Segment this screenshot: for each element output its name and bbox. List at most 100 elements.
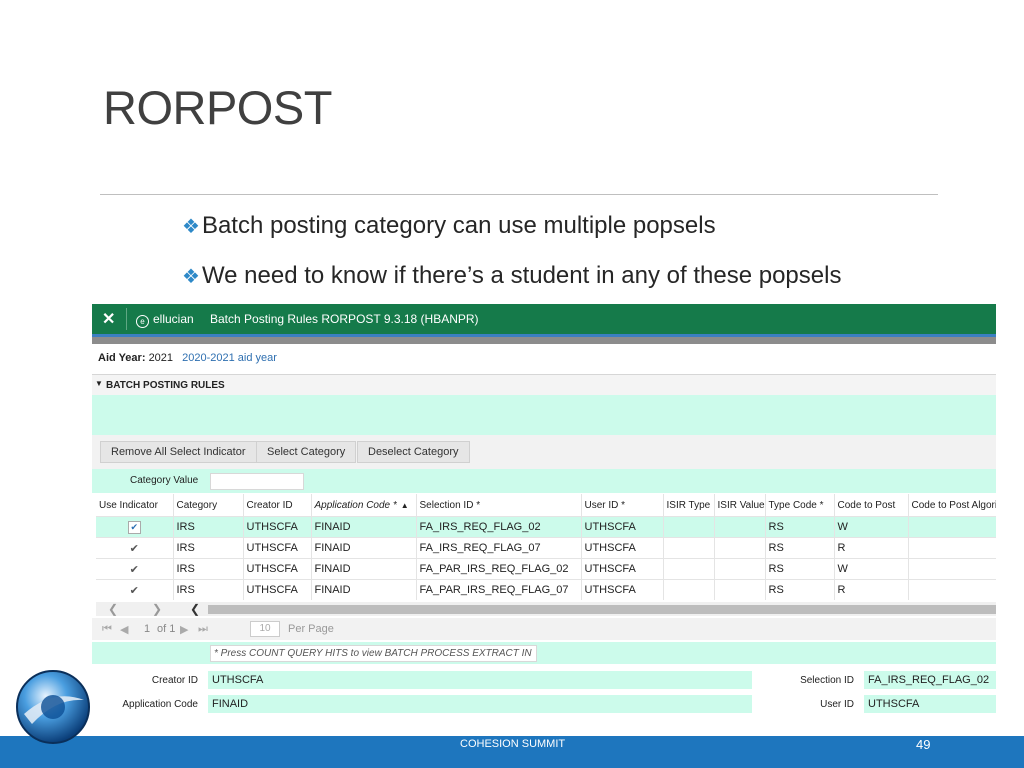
- col-creator-id[interactable]: Creator ID: [243, 494, 312, 517]
- last-page-icon[interactable]: ⏭: [198, 623, 208, 636]
- creator-cell[interactable]: UTHSCFA: [243, 516, 312, 538]
- col-selection-id[interactable]: Selection ID *: [416, 494, 582, 517]
- bullet-2: ❖We need to know if there’s a student in…: [182, 262, 841, 290]
- user-id-field[interactable]: UTHSCFA: [864, 695, 996, 713]
- table-row[interactable]: ✔ IRS UTHSCFA FINAID FA_IRS_REQ_FLAG_07 …: [96, 537, 996, 559]
- creator-cell[interactable]: UTHSCFA: [243, 537, 312, 559]
- type-code-cell[interactable]: RS: [765, 558, 835, 580]
- code-post-cell[interactable]: R: [834, 537, 909, 559]
- previous-page-icon[interactable]: ◀: [120, 623, 128, 636]
- isir-type-cell[interactable]: [663, 516, 715, 538]
- selection-cell[interactable]: FA_IRS_REQ_FLAG_07: [416, 537, 582, 559]
- brand-logo: e ellucian: [136, 312, 194, 328]
- table-row[interactable]: ✔ IRS UTHSCFA FINAID FA_PAR_IRS_REQ_FLAG…: [96, 579, 996, 600]
- collapse-icon[interactable]: ▼: [95, 379, 103, 388]
- selection-cell[interactable]: FA_PAR_IRS_REQ_FLAG_02: [416, 558, 582, 580]
- per-page-label: Per Page: [288, 623, 334, 635]
- aid-year-desc: 2020-2021 aid year: [182, 352, 277, 364]
- section-header[interactable]: ▼ BATCH POSTING RULES: [92, 374, 996, 396]
- table-row[interactable]: ✔ IRS UTHSCFA FINAID FA_PAR_IRS_REQ_FLAG…: [96, 558, 996, 580]
- category-cell[interactable]: IRS: [173, 537, 244, 559]
- chevron-left-icon[interactable]: ❮: [108, 602, 118, 616]
- code-post-cell[interactable]: R: [834, 579, 909, 600]
- type-code-cell[interactable]: RS: [765, 579, 835, 600]
- isir-value-cell[interactable]: [714, 558, 766, 580]
- chevron-right-icon[interactable]: ❯: [152, 602, 162, 616]
- use-indicator-cell[interactable]: ✔: [96, 558, 174, 580]
- scroll-left-icon[interactable]: ❮: [190, 602, 200, 616]
- algo-cell[interactable]: [908, 537, 996, 559]
- code-post-cell[interactable]: W: [834, 558, 909, 580]
- check-icon[interactable]: ✔: [130, 543, 139, 555]
- isir-type-cell[interactable]: [663, 579, 715, 600]
- category-cell[interactable]: IRS: [173, 579, 244, 600]
- category-value-label: Category Value: [130, 475, 199, 486]
- use-indicator-cell[interactable]: ✔: [96, 537, 174, 559]
- selection-cell[interactable]: FA_IRS_REQ_FLAG_02: [416, 516, 582, 538]
- user-cell[interactable]: UTHSCFA: [581, 579, 664, 600]
- close-icon[interactable]: ✕: [102, 309, 115, 329]
- rules-grid: Use Indicator Category Creator ID Applic…: [96, 494, 996, 600]
- detail-panel: Creator ID UTHSCFA Application Code FINA…: [92, 666, 996, 718]
- horizontal-scroll-row: ❮ ❯ ❮: [96, 602, 996, 616]
- algo-cell[interactable]: [908, 558, 996, 580]
- checkbox-checked-icon[interactable]: ✔: [127, 520, 141, 534]
- user-cell[interactable]: UTHSCFA: [581, 516, 664, 538]
- app-code-cell[interactable]: FINAID: [311, 558, 417, 580]
- table-row[interactable]: ✔ IRS UTHSCFA FINAID FA_IRS_REQ_FLAG_02 …: [96, 516, 996, 538]
- isir-value-cell[interactable]: [714, 537, 766, 559]
- algo-cell[interactable]: [908, 579, 996, 600]
- horizontal-scrollbar[interactable]: [208, 605, 996, 614]
- select-category-button[interactable]: Select Category: [256, 441, 357, 463]
- col-user-id[interactable]: User ID *: [581, 494, 664, 517]
- col-isir-type[interactable]: ISIR Type: [663, 494, 715, 517]
- app-header: ✕ e ellucian Batch Posting Rules RORPOST …: [92, 304, 996, 334]
- creator-cell[interactable]: UTHSCFA: [243, 558, 312, 580]
- selection-cell[interactable]: FA_PAR_IRS_REQ_FLAG_07: [416, 579, 582, 600]
- type-code-cell[interactable]: RS: [765, 537, 835, 559]
- user-cell[interactable]: UTHSCFA: [581, 537, 664, 559]
- action-toolbar: Remove All Select Indicator Select Categ…: [92, 435, 996, 469]
- creator-id-label: Creator ID: [151, 675, 198, 686]
- col-application-code[interactable]: Application Code * ▲: [311, 494, 417, 517]
- type-code-cell[interactable]: RS: [765, 516, 835, 538]
- aid-year-label: Aid Year:: [98, 352, 146, 364]
- code-post-cell[interactable]: W: [834, 516, 909, 538]
- page-count: of 1: [157, 623, 176, 635]
- isir-type-cell[interactable]: [663, 558, 715, 580]
- creator-cell[interactable]: UTHSCFA: [243, 579, 312, 600]
- check-icon[interactable]: ✔: [130, 564, 139, 576]
- col-type-code[interactable]: Type Code *: [765, 494, 835, 517]
- page-number: 49: [916, 737, 931, 752]
- use-indicator-cell[interactable]: ✔: [96, 579, 174, 600]
- per-page-select[interactable]: 10: [250, 621, 280, 637]
- use-indicator-cell[interactable]: ✔: [96, 516, 174, 538]
- deselect-category-button[interactable]: Deselect Category: [357, 441, 470, 463]
- user-cell[interactable]: UTHSCFA: [581, 558, 664, 580]
- col-isir-value[interactable]: ISIR Value: [714, 494, 766, 517]
- application-code-field[interactable]: FINAID: [208, 695, 752, 713]
- col-use-indicator[interactable]: Use Indicator: [96, 494, 174, 517]
- isir-value-cell[interactable]: [714, 516, 766, 538]
- app-code-cell[interactable]: FINAID: [311, 537, 417, 559]
- col-category[interactable]: Category: [173, 494, 244, 517]
- creator-id-field[interactable]: UTHSCFA: [208, 671, 752, 689]
- header-divider: [126, 308, 127, 330]
- app-code-cell[interactable]: FINAID: [311, 579, 417, 600]
- next-page-icon[interactable]: ▶: [180, 623, 188, 636]
- category-value-input[interactable]: [210, 473, 304, 490]
- first-page-icon[interactable]: ⏮: [102, 623, 112, 636]
- current-page[interactable]: 1: [144, 623, 150, 635]
- col-code-to-post-algorithm[interactable]: Code to Post Algori: [908, 494, 996, 517]
- isir-value-cell[interactable]: [714, 579, 766, 600]
- algo-cell[interactable]: [908, 516, 996, 538]
- check-icon[interactable]: ✔: [130, 585, 139, 597]
- col-code-to-post[interactable]: Code to Post: [834, 494, 909, 517]
- remove-all-select-indicator-button[interactable]: Remove All Select Indicator: [100, 441, 257, 463]
- category-cell[interactable]: IRS: [173, 558, 244, 580]
- selection-id-field[interactable]: FA_IRS_REQ_FLAG_02: [864, 671, 996, 689]
- conference-logo: [16, 670, 90, 744]
- isir-type-cell[interactable]: [663, 537, 715, 559]
- category-cell[interactable]: IRS: [173, 516, 244, 538]
- app-code-cell[interactable]: FINAID: [311, 516, 417, 538]
